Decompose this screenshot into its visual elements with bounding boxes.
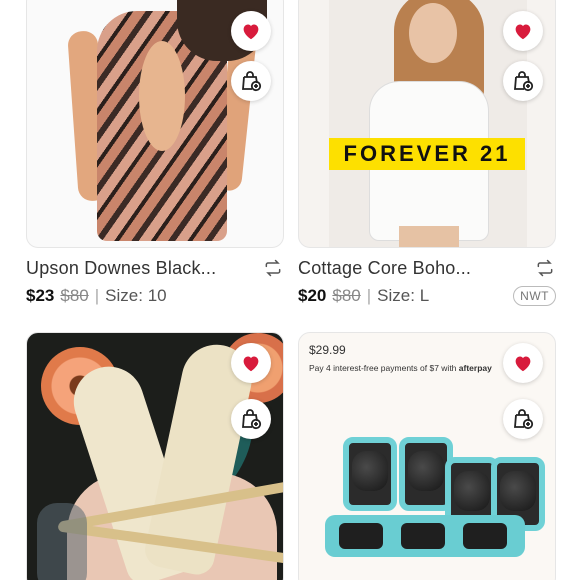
bag-plus-icon: [514, 409, 534, 430]
listing-image[interactable]: [26, 332, 284, 580]
repost-icon: [265, 259, 281, 277]
listing-price: $20: [298, 286, 327, 305]
listing-image[interactable]: FOREVER 21: [298, 0, 556, 248]
separator: |: [366, 286, 372, 305]
image-price-text: $29.99: [309, 343, 346, 357]
like-button[interactable]: [231, 343, 271, 383]
photo-detail: [37, 503, 87, 580]
listing-price: $23: [26, 286, 55, 305]
photo-detail: [409, 3, 457, 63]
listing-title[interactable]: Upson Downes Black...: [26, 258, 216, 279]
separator: |: [94, 286, 100, 305]
repost-button[interactable]: [534, 257, 556, 279]
brand-logo-text: FOREVER 21: [343, 141, 511, 166]
size-label: Size: 10: [105, 286, 167, 305]
add-to-bundle-button[interactable]: [231, 61, 271, 101]
heart-icon: [515, 24, 531, 40]
listing-image[interactable]: $29.99 Pay 4 interest-free payments of $…: [298, 332, 556, 580]
afterpay-logo: afterpay: [458, 363, 492, 373]
bag-plus-icon: [514, 71, 534, 92]
bag-plus-icon: [242, 409, 262, 430]
brand-banner: FOREVER 21: [329, 138, 525, 170]
photo-detail: [399, 226, 459, 247]
listing-card[interactable]: $29.99 Pay 4 interest-free payments of $…: [298, 332, 556, 580]
afterpay-message: Pay 4 interest-free payments of $7 with: [309, 363, 457, 373]
knee-pad: [343, 437, 397, 511]
bag-plus-icon: [242, 71, 262, 92]
listing-image[interactable]: [26, 0, 284, 248]
nwt-badge: NWT: [513, 286, 556, 306]
heart-icon: [515, 356, 531, 372]
repost-icon: [537, 259, 553, 277]
listing-info: Upson Downes Black... $23 $80 | Size: 10: [26, 248, 284, 310]
add-to-bundle-button[interactable]: [231, 399, 271, 439]
like-button[interactable]: [231, 11, 271, 51]
photo-detail: [139, 41, 185, 151]
repost-button[interactable]: [262, 257, 284, 279]
knee-pad: [399, 437, 453, 511]
heart-icon: [243, 356, 259, 372]
listing-info: Cottage Core Boho... $20 $80 | Size: L N…: [298, 248, 556, 310]
listing-title[interactable]: Cottage Core Boho...: [298, 258, 471, 279]
like-button[interactable]: [503, 11, 543, 51]
listing-card[interactable]: [26, 332, 284, 580]
heart-icon: [243, 24, 259, 40]
listing-card[interactable]: FOREVER 21 Cottage Core Boho... $20 $80: [298, 0, 556, 310]
listing-card[interactable]: Upson Downes Black... $23 $80 | Size: 10: [26, 0, 284, 310]
wrist-guards: [325, 515, 525, 557]
size-label: Size: L: [377, 286, 430, 305]
original-price: $80: [60, 286, 89, 305]
original-price: $80: [332, 286, 361, 305]
listing-grid: Upson Downes Black... $23 $80 | Size: 10: [0, 0, 580, 580]
afterpay-text: Pay 4 interest-free payments of $7 with …: [309, 363, 492, 373]
add-to-bundle-button[interactable]: [503, 399, 543, 439]
like-button[interactable]: [503, 343, 543, 383]
add-to-bundle-button[interactable]: [503, 61, 543, 101]
